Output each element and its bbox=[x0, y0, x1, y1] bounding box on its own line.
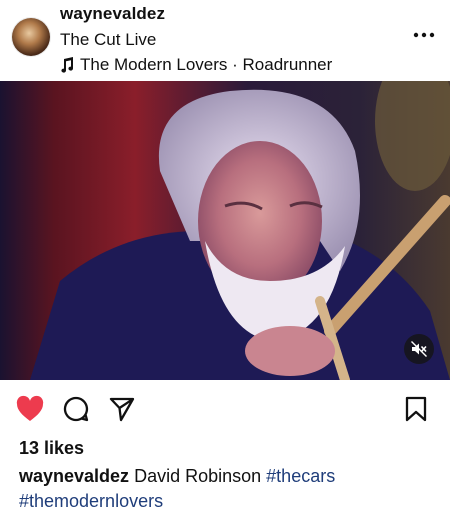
post-photo bbox=[0, 81, 450, 380]
caption: waynevaldez David Robinson #thecars #the… bbox=[19, 464, 439, 514]
share-icon bbox=[109, 397, 135, 422]
hashtag-link[interactable]: #themodernlovers bbox=[19, 491, 163, 511]
mute-icon bbox=[411, 341, 427, 357]
location-link[interactable]: The Cut Live bbox=[60, 30, 156, 50]
music-note-icon bbox=[61, 57, 74, 73]
post-header: waynevaldez The Cut Live The Modern Love… bbox=[0, 0, 450, 80]
hashtag-link[interactable]: #thecars bbox=[266, 466, 335, 486]
audio-link[interactable]: The Modern Lovers · Roadrunner bbox=[60, 55, 332, 75]
like-count[interactable]: 13 likes bbox=[19, 438, 84, 459]
more-options-icon[interactable] bbox=[412, 28, 436, 42]
avatar[interactable] bbox=[12, 18, 50, 56]
comment-button[interactable] bbox=[59, 392, 93, 426]
action-bar bbox=[0, 390, 450, 430]
bookmark-icon bbox=[405, 396, 427, 422]
post-media[interactable] bbox=[0, 81, 450, 380]
caption-username[interactable]: waynevaldez bbox=[19, 466, 129, 486]
username-link[interactable]: waynevaldez bbox=[60, 4, 165, 24]
mute-button[interactable] bbox=[404, 334, 434, 364]
comment-icon bbox=[63, 396, 89, 422]
share-button[interactable] bbox=[105, 392, 139, 426]
audio-track-label: The Modern Lovers · Roadrunner bbox=[80, 55, 333, 74]
like-button[interactable] bbox=[13, 392, 47, 426]
save-button[interactable] bbox=[399, 392, 433, 426]
caption-text: David Robinson bbox=[134, 466, 262, 486]
heart-icon bbox=[16, 395, 44, 421]
